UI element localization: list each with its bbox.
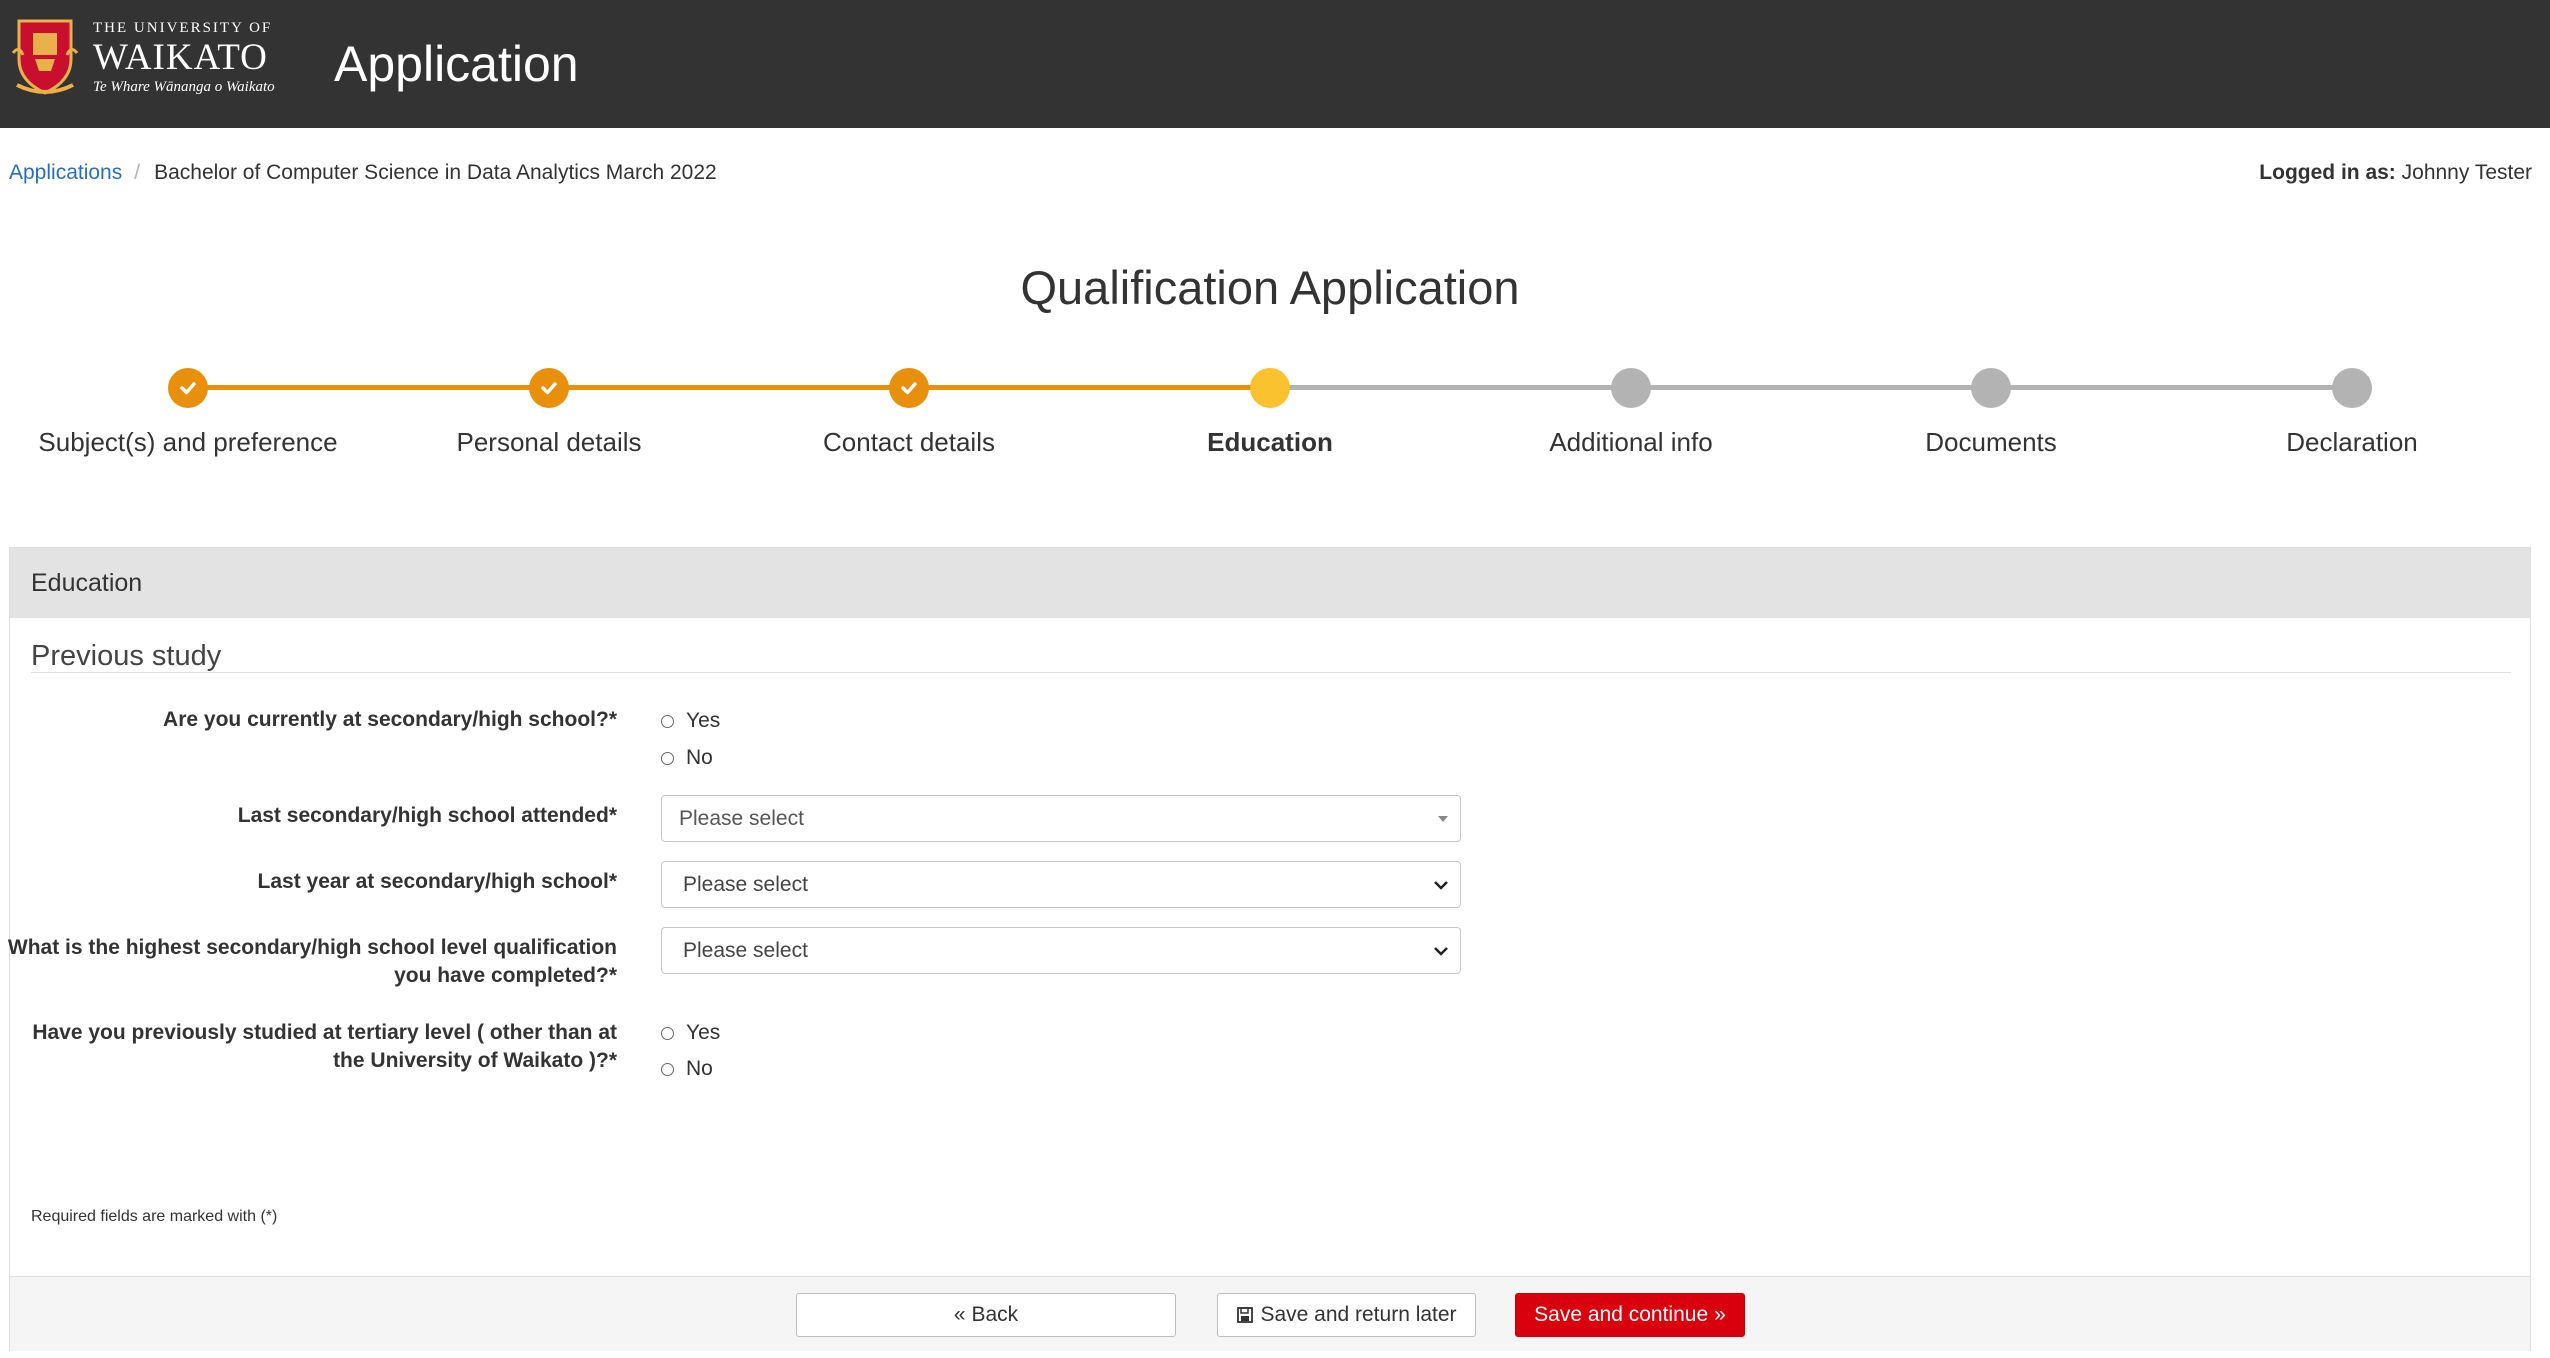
stepper-connector [1649, 385, 1973, 390]
save-and-continue-button[interactable]: Save and continue» [1515, 1293, 1745, 1337]
last-year-select-value: Please select [683, 873, 808, 896]
checkmark-icon [541, 382, 557, 395]
step-5-label[interactable]: Additional info [1451, 424, 1811, 460]
caret-down-icon [1438, 816, 1448, 822]
step-5-marker[interactable] [1611, 368, 1651, 408]
radio-option-yes[interactable]: Yes [661, 706, 720, 736]
radio-circle[interactable] [661, 1026, 674, 1040]
last-school-select[interactable]: Please select [661, 795, 1461, 842]
app-header: THE UNIVERSITY OF WAIKATO Te Whare Wānan… [0, 0, 2550, 128]
tertiary-study-label-line2: the University of Waikato )?* [333, 1049, 617, 1072]
breadcrumb: Applications / Bachelor of Computer Scienc… [9, 158, 717, 188]
save-later-label: Save and return later [1260, 1303, 1457, 1326]
last-year-label: Last year at secondary/high school* [257, 870, 617, 893]
breadcrumb-applications-link[interactable]: Applications [9, 161, 122, 184]
required-fields-note: Required fields are marked with (*) [31, 1208, 278, 1225]
stepper-connector [567, 385, 891, 390]
page-title: Qualification Application [1020, 261, 1520, 314]
double-chevron-left-icon: « [953, 1303, 966, 1327]
panel-heading: Education [31, 569, 143, 597]
step-1-marker[interactable] [168, 368, 208, 408]
double-chevron-right-icon: » [1714, 1303, 1726, 1327]
highest-qualification-select[interactable]: Please select [661, 927, 1461, 974]
university-crest-logo[interactable] [11, 15, 79, 97]
highest-qualification-label-line2: you have completed?* [394, 964, 617, 987]
step-2-label[interactable]: Personal details [369, 424, 729, 460]
radio-option-no[interactable]: No [661, 743, 713, 773]
app-title: Application [334, 36, 579, 92]
back-button-label: Back [971, 1303, 1019, 1326]
progress-stepper: Subject(s) and preference Personal detail… [0, 360, 2550, 470]
step-4-label[interactable]: Education [1090, 424, 1450, 460]
section-divider [31, 672, 2511, 673]
step-6-label[interactable]: Documents [1811, 424, 2171, 460]
step-1-label[interactable]: Subject(s) and preference [8, 424, 368, 460]
highest-qualification-label: What is the highest secondary/high schoo… [0, 934, 617, 990]
last-year-select[interactable]: Please select [661, 861, 1461, 908]
stepper-connector [206, 385, 531, 390]
radio-circle[interactable] [661, 1062, 674, 1076]
radio-no-label: No [686, 746, 713, 769]
checkmark-icon [901, 382, 917, 395]
stepper-connector [927, 385, 1252, 390]
radio-yes-label: Yes [686, 709, 721, 732]
step-3-marker[interactable] [889, 368, 929, 408]
highest-qualification-label-line1: What is the highest secondary/high schoo… [7, 936, 617, 959]
logged-in-label: Logged in as: [2259, 161, 2396, 184]
highest-qualification-select-value: Please select [683, 939, 808, 962]
stepper-connector [1288, 385, 1613, 390]
radio-circle[interactable] [661, 714, 674, 728]
education-panel: Education Previous study Are you current… [8, 547, 2531, 1351]
breadcrumb-current: Bachelor of Computer Science in Data Ana… [154, 161, 717, 184]
tertiary-study-label: Have you previously studied at tertiary … [0, 1019, 617, 1075]
save-continue-label: Save and continue [1534, 1303, 1709, 1326]
step-2-marker[interactable] [529, 368, 569, 408]
logged-in-status: Logged in as: Johnny Tester [2259, 158, 2532, 188]
step-3-label[interactable]: Contact details [729, 424, 1089, 460]
save-and-return-later-button[interactable]: Save and return later [1217, 1293, 1476, 1337]
university-wordmark: THE UNIVERSITY OF WAIKATO Te Whare Wānan… [93, 18, 275, 96]
uni-name-text: WAIKATO [93, 37, 268, 78]
save-disk-icon [1237, 1307, 1254, 1324]
step-7-marker[interactable] [2332, 368, 2372, 408]
form-actions: «Back Save and return later Save and con… [10, 1276, 2530, 1351]
uni-small-text: THE UNIVERSITY OF [93, 20, 273, 36]
checkmark-icon [180, 382, 196, 395]
back-button[interactable]: «Back [796, 1293, 1176, 1337]
stepper-connector [2009, 385, 2334, 390]
panel-header: Education [10, 548, 2530, 618]
question-at-secondary-school-label: Are you currently at secondary/high scho… [163, 708, 617, 731]
tertiary-radio-yes-label: Yes [686, 1021, 721, 1044]
tertiary-radio-option-yes[interactable]: Yes [661, 1018, 720, 1048]
tertiary-study-label-line1: Have you previously studied at tertiary … [32, 1021, 617, 1044]
last-school-select-value: Please select [679, 807, 804, 830]
breadcrumb-separator: / [134, 161, 141, 184]
step-6-marker[interactable] [1971, 368, 2011, 408]
radio-circle[interactable] [661, 751, 674, 765]
step-7-label[interactable]: Declaration [2172, 424, 2532, 460]
chevron-down-icon [1434, 947, 1448, 956]
section-title: Previous study [31, 640, 222, 672]
step-4-marker[interactable] [1250, 368, 1290, 408]
last-school-attended-label: Last secondary/high school attended* [237, 804, 617, 827]
uni-maori-text: Te Whare Wānanga o Waikato [93, 79, 275, 95]
tertiary-radio-option-no[interactable]: No [661, 1054, 713, 1084]
tertiary-radio-no-label: No [686, 1057, 713, 1080]
chevron-down-icon [1434, 881, 1448, 890]
user-name: Johnny Tester [2401, 161, 2532, 184]
